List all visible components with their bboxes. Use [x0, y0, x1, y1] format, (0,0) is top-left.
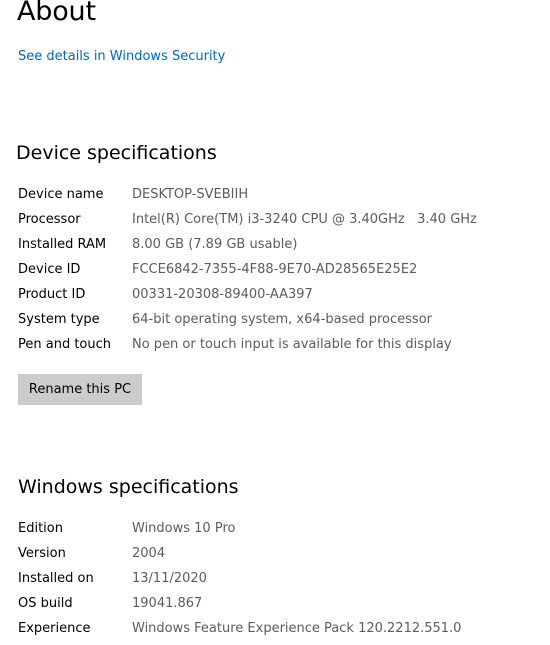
- spec-label: OS build: [18, 596, 73, 611]
- spec-label: Edition: [18, 521, 63, 536]
- page-title: About: [17, 0, 96, 27]
- spec-row-product-id: Product ID 00331-20308-89400-AA397: [18, 282, 477, 307]
- spec-label: System type: [18, 312, 100, 327]
- spec-row-processor: Processor Intel(R) Core(TM) i3-3240 CPU …: [18, 207, 477, 232]
- spec-label: Experience: [18, 621, 91, 636]
- spec-row-device-name: Device name DESKTOP-SVEBIIH: [18, 182, 477, 207]
- spec-value: DESKTOP-SVEBIIH: [132, 187, 249, 202]
- device-specifications-list: Device name DESKTOP-SVEBIIH Processor In…: [18, 182, 477, 357]
- spec-row-experience: Experience Windows Feature Experience Pa…: [18, 616, 461, 641]
- spec-value: No pen or touch input is available for t…: [132, 337, 452, 352]
- spec-value: 64-bit operating system, x64-based proce…: [132, 312, 432, 327]
- spec-label: Installed RAM: [18, 237, 107, 252]
- device-specifications-heading: Device specifications: [16, 142, 217, 164]
- spec-value: Windows Feature Experience Pack 120.2212…: [132, 621, 462, 636]
- spec-value: 19041.867: [132, 596, 203, 611]
- spec-row-pen-and-touch: Pen and touch No pen or touch input is a…: [18, 332, 477, 357]
- spec-label: Product ID: [18, 287, 86, 302]
- spec-label: Device ID: [18, 262, 81, 277]
- windows-security-link[interactable]: See details in Windows Security: [18, 48, 225, 66]
- spec-row-os-build: OS build 19041.867: [18, 591, 461, 616]
- spec-label: Installed on: [18, 571, 94, 586]
- spec-value: 13/11/2020: [132, 571, 207, 586]
- windows-specifications-list: Edition Windows 10 Pro Version 2004 Inst…: [18, 516, 461, 641]
- spec-row-installed-on: Installed on 13/11/2020: [18, 566, 461, 591]
- spec-value: FCCE6842-7355-4F88-9E70-AD28565E25E2: [132, 262, 418, 277]
- spec-label: Processor: [18, 212, 81, 227]
- spec-value: Windows 10 Pro: [132, 521, 236, 536]
- spec-value: 2004: [132, 546, 166, 561]
- windows-specifications-heading: Windows specifications: [18, 476, 239, 498]
- rename-pc-button[interactable]: Rename this PC: [18, 374, 142, 405]
- spec-value: Intel(R) Core(TM) i3-3240 CPU @ 3.40GHz …: [132, 212, 477, 227]
- spec-row-edition: Edition Windows 10 Pro: [18, 516, 461, 541]
- spec-label: Version: [18, 546, 66, 561]
- spec-row-system-type: System type 64-bit operating system, x64…: [18, 307, 477, 332]
- spec-row-device-id: Device ID FCCE6842-7355-4F88-9E70-AD2856…: [18, 257, 477, 282]
- spec-value: 8.00 GB (7.89 GB usable): [132, 237, 298, 252]
- spec-label: Device name: [18, 187, 104, 202]
- spec-label: Pen and touch: [18, 337, 112, 352]
- spec-row-installed-ram: Installed RAM 8.00 GB (7.89 GB usable): [18, 232, 477, 257]
- spec-row-version: Version 2004: [18, 541, 461, 566]
- spec-value: 00331-20308-89400-AA397: [132, 287, 313, 302]
